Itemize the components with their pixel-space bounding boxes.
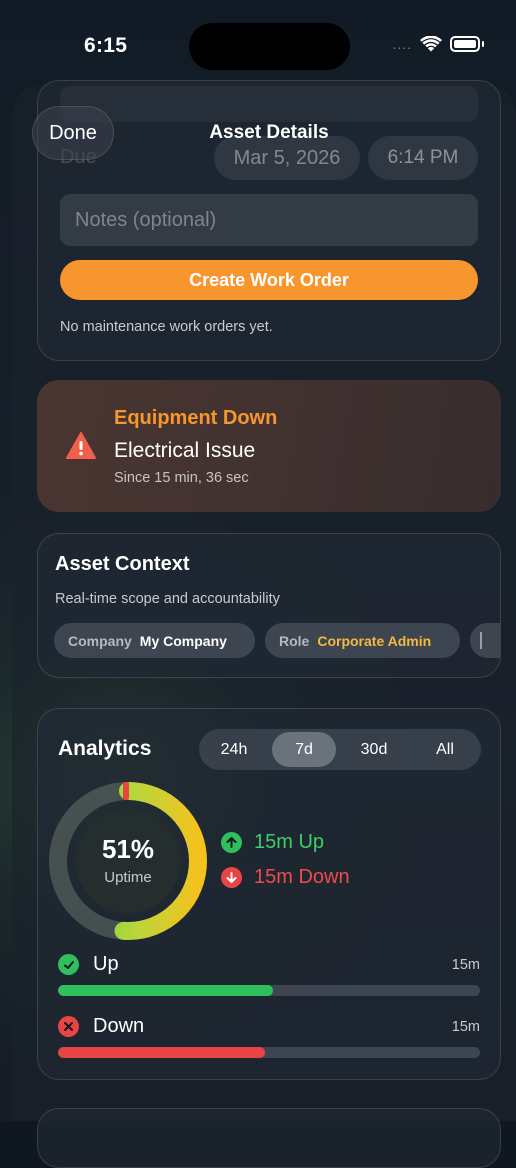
uptime-label: Uptime [104,869,152,886]
uptime-percent: 51% [101,834,155,864]
range-all[interactable]: All [410,729,480,770]
up-row-value: 15m [451,957,480,973]
alert-since: Since 15 min, 36 sec [114,470,249,486]
range-7d[interactable]: 7d [272,729,336,770]
legend-up-label: 15m Up [254,831,325,853]
battery-icon [450,36,480,52]
arrow-up-icon [221,832,242,853]
battery-tip [482,41,484,47]
arrow-down-icon [221,867,242,888]
status-icons: .... [392,36,484,52]
empty-work-orders-message: No maintenance work orders yet. [60,319,273,335]
due-time-picker[interactable]: 6:14 PM [368,136,478,180]
legend-down: 15m Down [221,866,350,889]
overflow-chip-edge [470,623,500,658]
notes-input[interactable]: Notes (optional) [60,194,478,246]
faded-title-field[interactable] [60,86,478,122]
legend-down-label: 15m Down [254,866,350,888]
role-chip-key: Role [279,632,310,649]
legend-up: 15m Up [221,831,324,854]
role-chip[interactable]: Role Corporate Admin [265,623,460,658]
down-progress-fill [58,1047,265,1058]
downtime-marker [123,782,129,800]
up-row-label: Up [93,953,119,975]
signal-icon: .... [392,36,412,52]
company-chip-value: My Company [139,632,227,649]
down-progress-track [58,1047,480,1058]
status-bar: 6:15 .... [0,0,516,90]
asset-context-title: Asset Context [55,553,190,575]
down-row-label: Down [93,1015,145,1037]
up-progress-fill [58,985,274,996]
status-time: 6:15 [84,34,128,57]
done-button[interactable]: Done [32,106,114,160]
alert-subtitle: Electrical Issue [114,439,256,462]
down-row-value: 15m [451,1019,480,1035]
asset-context-subtitle: Real-time scope and accountability [55,591,280,607]
company-chip-key: Company [68,632,132,649]
x-circle-icon [58,1016,79,1037]
page-title: Asset Details [209,122,329,143]
up-row: Up [58,953,119,976]
dynamic-island [189,23,350,70]
alert-title: Equipment Down [114,407,278,429]
range-30d[interactable]: 30d [338,729,410,770]
role-chip-value: Corporate Admin [317,632,432,649]
equipment-down-alert[interactable] [37,380,501,512]
company-chip[interactable]: Company My Company [54,623,255,658]
next-card [37,1108,501,1168]
warning-triangle-icon [66,432,96,459]
create-work-order-button[interactable]: Create Work Order [60,260,478,300]
up-progress-track [58,985,480,996]
down-row: Down [58,1015,144,1038]
wifi-icon [420,36,442,52]
check-circle-icon [58,954,79,975]
analytics-title: Analytics [58,737,152,760]
range-24h[interactable]: 24h [199,729,269,770]
overflow-chip[interactable] [470,623,500,658]
